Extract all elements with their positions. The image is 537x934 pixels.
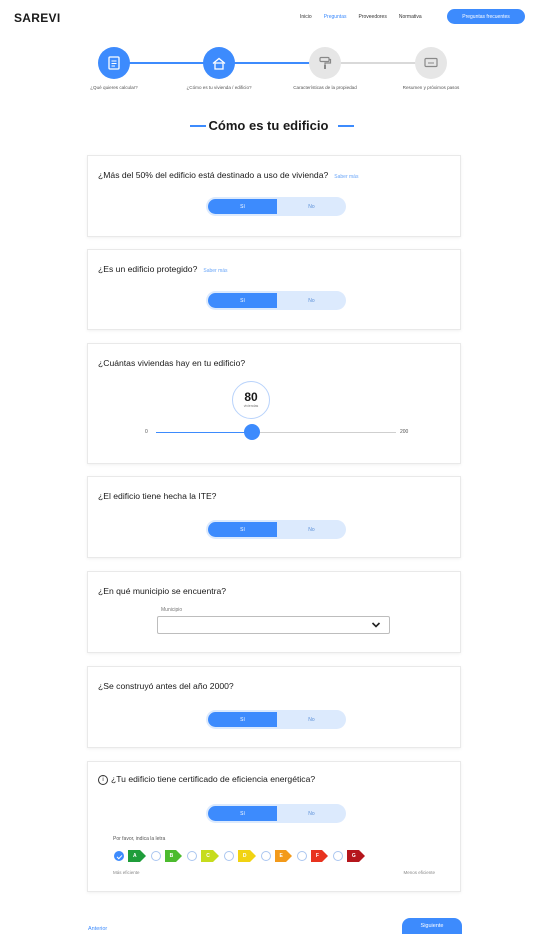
yes-no-toggle: Sí No bbox=[206, 804, 346, 823]
toggle-yes[interactable]: Sí bbox=[208, 806, 277, 821]
energy-letter-badge: E bbox=[274, 850, 293, 862]
step-2-label: ¿Cómo es tu vivienda / edificio? bbox=[186, 85, 252, 90]
question-card-ite: ¿El edificio tiene hecha la ITE? Sí No bbox=[87, 476, 461, 558]
slider-unit: viviendas bbox=[243, 404, 259, 408]
saber-mas-link[interactable]: Saber más bbox=[334, 174, 358, 180]
select-label: Municipio bbox=[161, 607, 183, 613]
question-text: ¿Es un edificio protegido? Saber más bbox=[98, 264, 228, 274]
step-2[interactable] bbox=[203, 47, 235, 79]
slider-thumb[interactable] bbox=[244, 424, 260, 440]
step-3[interactable] bbox=[309, 47, 341, 79]
page-title: Cómo es tu edificio bbox=[208, 118, 329, 133]
faq-button[interactable]: Preguntas frecuentes bbox=[447, 9, 525, 24]
question-label: ¿Es un edificio protegido? bbox=[98, 264, 198, 274]
toggle-yes[interactable]: Sí bbox=[208, 712, 277, 727]
question-card-municipio: ¿En qué municipio se encuentra? Municipi… bbox=[87, 571, 461, 653]
energy-option[interactable]: E bbox=[260, 850, 293, 862]
slider-value: 80 bbox=[244, 390, 258, 404]
nav-link-proveedores[interactable]: Proveedores bbox=[358, 14, 386, 20]
energy-radio[interactable] bbox=[223, 851, 234, 861]
chevron-down-icon bbox=[371, 622, 381, 628]
yes-no-toggle: Sí No bbox=[206, 291, 346, 310]
energy-option[interactable]: D bbox=[223, 850, 255, 862]
step-4-label: Resumen y próximos pasos bbox=[402, 85, 460, 90]
yes-no-toggle: Sí No bbox=[206, 520, 346, 539]
question-card-protegido: ¿Es un edificio protegido? Saber más Sí N… bbox=[87, 249, 461, 330]
question-card-energia: i ¿Tu edificio tiene certificado de efici… bbox=[87, 761, 461, 892]
home-icon bbox=[212, 57, 226, 70]
question-text: ¿Se construyó antes del año 2000? bbox=[98, 681, 234, 691]
energy-option[interactable]: B bbox=[150, 850, 182, 862]
question-text: ¿En qué municipio se encuentra? bbox=[98, 586, 227, 596]
paint-roller-icon bbox=[319, 56, 332, 69]
saber-mas-link[interactable]: Saber más bbox=[203, 268, 227, 274]
energy-letter-badge: G bbox=[346, 850, 365, 862]
step-connector bbox=[340, 62, 420, 64]
back-link[interactable]: Anterior bbox=[88, 926, 107, 932]
nav-link-normativa[interactable]: Normativa bbox=[399, 14, 422, 20]
progress-stepper: ¿Qué quieres calcular? ¿Cómo es tu vivie… bbox=[0, 45, 537, 105]
nav-link-inicio[interactable]: Inicio bbox=[300, 14, 312, 20]
slider-min-label: 0 bbox=[145, 429, 148, 435]
efficiency-high-label: Menos eficiente bbox=[403, 870, 435, 875]
step-4[interactable] bbox=[415, 47, 447, 79]
toggle-yes[interactable]: Sí bbox=[208, 522, 277, 537]
toggle-no[interactable]: No bbox=[277, 710, 346, 729]
energy-letter-badge: F bbox=[310, 850, 329, 862]
screen-icon bbox=[424, 57, 438, 68]
slider-value-bubble: 80 viviendas bbox=[232, 381, 270, 419]
toggle-no[interactable]: No bbox=[277, 804, 346, 823]
main-nav: Inicio Preguntas Proveedores Normativa bbox=[300, 14, 422, 20]
energy-letter-badge: D bbox=[237, 850, 255, 862]
toggle-no[interactable]: No bbox=[277, 520, 346, 539]
yes-no-toggle: Sí No bbox=[206, 197, 346, 216]
toggle-yes[interactable]: Sí bbox=[208, 293, 277, 308]
slider-max-label: 200 bbox=[400, 429, 409, 435]
energy-radio[interactable] bbox=[332, 851, 343, 861]
question-label: ¿Más del 50% del edificio está destinado… bbox=[98, 170, 329, 180]
energy-radio[interactable] bbox=[114, 851, 124, 861]
energy-letter-badge: B bbox=[164, 850, 182, 862]
energy-radio[interactable] bbox=[260, 851, 271, 861]
question-card-vivienda: ¿Más del 50% del edificio está destinado… bbox=[87, 155, 461, 237]
question-label: ¿Tu edificio tiene certificado de eficie… bbox=[111, 774, 316, 784]
logo[interactable]: SAREVI bbox=[14, 11, 60, 25]
info-icon[interactable]: i bbox=[98, 774, 108, 785]
question-text: ¿El edificio tiene hecha la ITE? bbox=[98, 491, 217, 501]
top-header: SAREVI Inicio Preguntas Proveedores Norm… bbox=[0, 0, 537, 36]
step-1[interactable] bbox=[98, 47, 130, 79]
energy-option[interactable]: F bbox=[296, 850, 329, 862]
energy-option[interactable]: A bbox=[114, 850, 146, 862]
slider-fill bbox=[156, 432, 252, 433]
energy-letter-badge: C bbox=[201, 850, 219, 862]
question-card-anio: ¿Se construyó antes del año 2000? Sí No bbox=[87, 666, 461, 748]
energy-letter-badge: A bbox=[128, 850, 146, 862]
document-icon bbox=[108, 56, 120, 70]
toggle-yes[interactable]: Sí bbox=[208, 199, 277, 214]
question-text: i ¿Tu edificio tiene certificado de efici… bbox=[98, 774, 315, 785]
energy-radio[interactable] bbox=[150, 851, 161, 861]
energy-option[interactable]: C bbox=[187, 850, 219, 862]
nav-link-preguntas[interactable]: Preguntas bbox=[324, 14, 347, 20]
energy-radio[interactable] bbox=[296, 851, 307, 861]
question-text: ¿Más del 50% del edificio está destinado… bbox=[98, 170, 358, 180]
title-dash-right bbox=[338, 125, 354, 127]
energy-rating-options: A B C D E F G bbox=[114, 850, 365, 862]
step-3-label: Características de la propiedad bbox=[293, 85, 357, 90]
question-text: ¿Cuántas viviendas hay en tu edificio? bbox=[98, 358, 246, 368]
next-button[interactable]: Siguiente bbox=[402, 918, 462, 934]
municipio-select[interactable] bbox=[157, 616, 390, 634]
energy-option[interactable]: G bbox=[332, 850, 365, 862]
energy-radio[interactable] bbox=[187, 851, 198, 861]
question-card-viviendas: ¿Cuántas viviendas hay en tu edificio? 8… bbox=[87, 343, 461, 464]
efficiency-low-label: Más eficiente bbox=[113, 870, 140, 875]
toggle-no[interactable]: No bbox=[277, 197, 346, 216]
yes-no-toggle: Sí No bbox=[206, 710, 346, 729]
energy-prompt: Por favor, indica la letra bbox=[113, 836, 166, 842]
step-1-label: ¿Qué quieres calcular? bbox=[90, 85, 138, 90]
toggle-no[interactable]: No bbox=[277, 291, 346, 310]
step-connector bbox=[234, 62, 314, 64]
